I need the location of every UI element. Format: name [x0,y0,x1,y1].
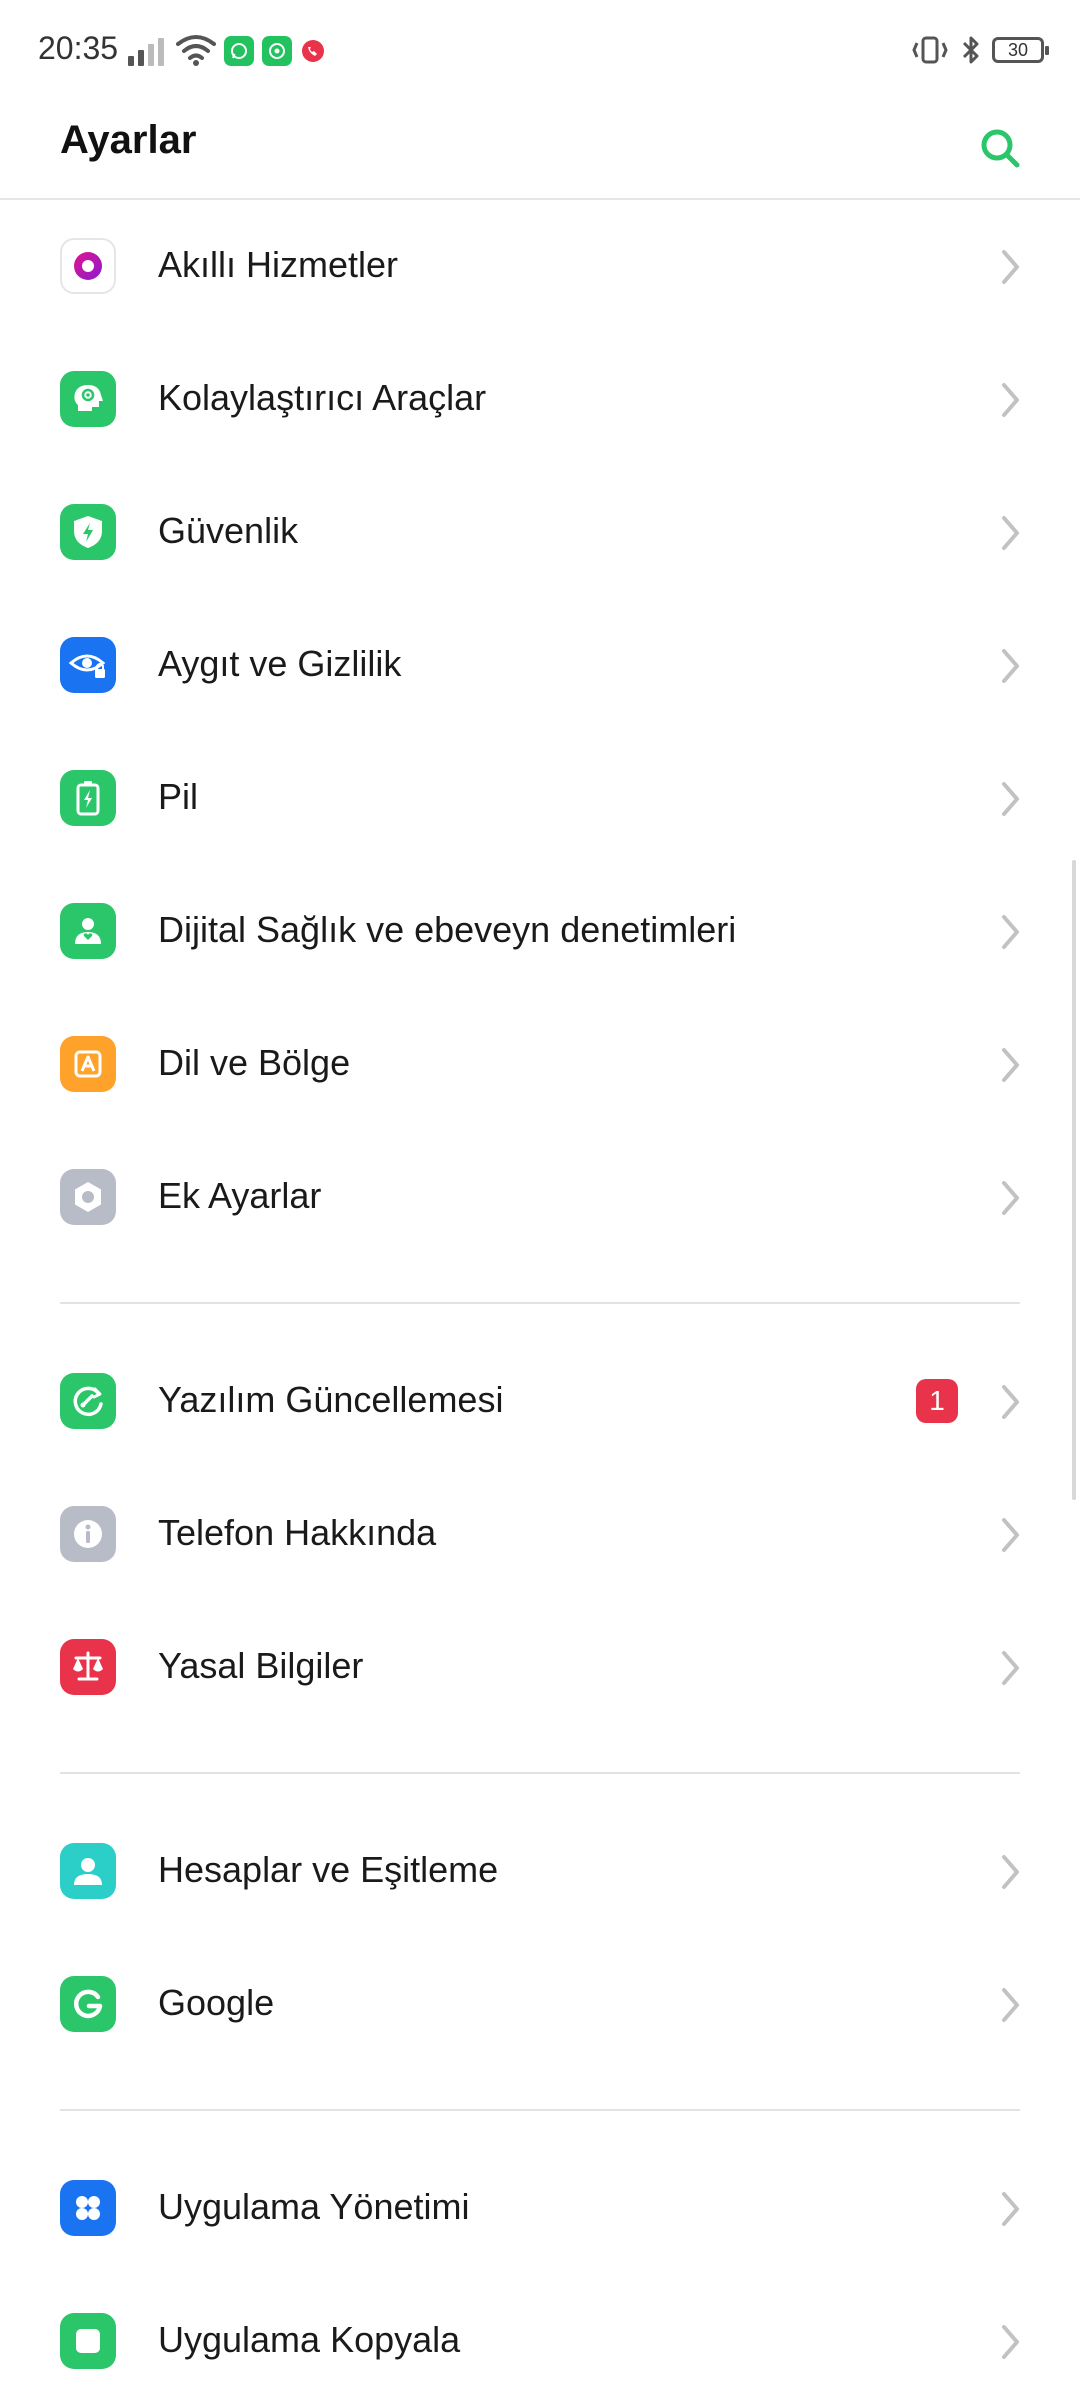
settings-item-label: Pil [158,776,199,817]
settings-item-label: Güvenlik [158,510,299,551]
settings-item-about-phone[interactable]: Telefon Hakkında [0,1468,1080,1601]
update-count-badge: 1 [916,1379,958,1423]
chevron-right-icon [1002,1651,1019,1685]
status-time: 20:35 [38,30,119,66]
settings-item-label: Dijital Sağlık ve ebeveyn denetimleri [158,909,737,950]
chevron-right-icon [1002,1988,1019,2022]
update-icon [60,1373,116,1429]
settings-item-digital-wellbeing[interactable]: Dijital Sağlık ve ebeveyn denetimleri [0,865,1080,998]
chevron-right-icon [1002,782,1019,816]
app-header: Ayarlar [0,96,1080,200]
chevron-right-icon [1002,2192,1019,2226]
chevron-right-icon [1002,383,1019,417]
settings-item-device-privacy[interactable]: Aygıt ve Gizlilik [0,599,1080,732]
search-button[interactable] [964,112,1036,184]
scales-icon [60,1639,116,1695]
page-title: Ayarlar [60,118,197,162]
settings-item-label: Kolaylaştırıcı Araçlar [158,377,487,418]
shield-icon [60,504,116,560]
settings-item-google[interactable]: Google [0,1938,1080,2071]
settings-item-security[interactable]: Güvenlik [0,466,1080,599]
search-icon [981,129,1020,168]
settings-item-label: Akıllı Hizmetler [158,244,399,285]
accessibility-icon [60,371,116,427]
chevron-right-icon [1002,649,1019,683]
settings-item-label: Uygulama Yönetimi [158,2186,470,2227]
gear-icon [60,1169,116,1225]
chevron-right-icon [1002,2325,1019,2359]
smart-services-icon [60,238,116,294]
settings-item-label: Ek Ayarlar [158,1175,322,1216]
settings-item-app-clone[interactable]: Uygulama Kopyala [0,2275,1080,2408]
status-right-icons: 30 [910,34,1049,66]
settings-item-additional-settings[interactable]: Ek Ayarlar [0,1131,1080,1264]
settings-item-label: Uygulama Kopyala [158,2319,461,2360]
status-bar: 20:35 30 [0,0,1080,96]
chevron-right-icon [1002,915,1019,949]
language-icon [60,1036,116,1092]
settings-item-language-region[interactable]: Dil ve Bölge [0,998,1080,1131]
chevron-right-icon [1002,1855,1019,1889]
account-icon [60,1843,116,1899]
chevron-right-icon [1002,1048,1019,1082]
settings-item-label: Telefon Hakkında [158,1512,437,1553]
settings-item-software-update[interactable]: Yazılım Güncellemesi 1 [0,1335,1080,1468]
settings-item-legal-info[interactable]: Yasal Bilgiler [0,1601,1080,1734]
battery-indicator: 30 [992,37,1049,63]
whatsapp-business-notification-icon [262,36,292,66]
settings-item-accounts-sync[interactable]: Hesaplar ve Eşitleme [0,1805,1080,1938]
settings-item-battery[interactable]: Pil [0,732,1080,865]
section-divider [60,2109,1020,2111]
missed-call-notification-icon [298,36,328,66]
bluetooth-icon [962,36,979,64]
settings-item-app-management[interactable]: Uygulama Yönetimi [0,2142,1080,2275]
settings-item-label: Hesaplar ve Eşitleme [158,1849,499,1890]
app-clone-icon [60,2313,116,2369]
settings-item-accessibility[interactable]: Kolaylaştırıcı Araçlar [0,333,1080,466]
digital-wellbeing-icon [60,903,116,959]
section-divider [60,1772,1020,1774]
chevron-right-icon [1002,1518,1019,1552]
chevron-right-icon [1002,250,1019,284]
settings-item-label: Google [158,1982,275,2023]
chevron-right-icon [1002,516,1019,550]
privacy-eye-icon [60,637,116,693]
scrollbar[interactable] [1072,860,1076,1500]
wifi-icon [176,35,216,66]
google-icon [60,1976,116,2032]
signal-icon [128,38,164,66]
chevron-right-icon [1002,1385,1019,1419]
whatsapp-notification-icon [224,36,254,66]
settings-item-label: Yazılım Güncellemesi [158,1379,504,1420]
section-divider [60,1302,1020,1304]
chevron-right-icon [1002,1181,1019,1215]
info-icon [60,1506,116,1562]
battery-icon [60,770,116,826]
apps-icon [60,2180,116,2236]
settings-item-label: Yasal Bilgiler [158,1645,364,1686]
settings-item-label: Dil ve Bölge [158,1042,351,1083]
vibrate-icon [912,36,948,64]
settings-item-smart-services[interactable]: Akıllı Hizmetler [0,200,1080,333]
settings-item-label: Aygıt ve Gizlilik [158,643,402,684]
